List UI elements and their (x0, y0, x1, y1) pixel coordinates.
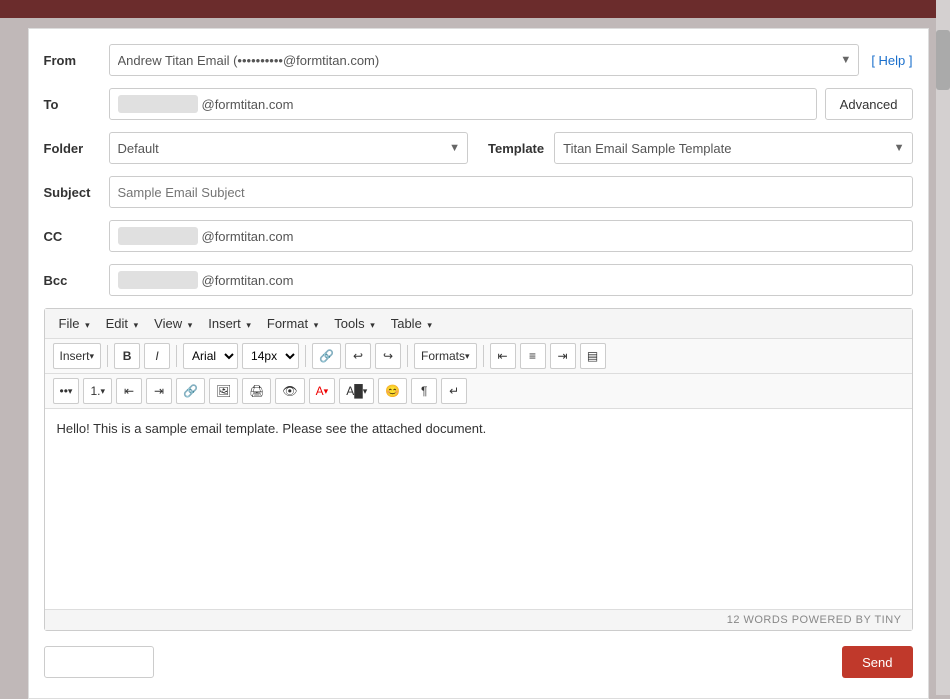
scrollbar[interactable] (936, 0, 950, 695)
top-bar (0, 0, 950, 18)
align-right-button[interactable]: ⇥ (550, 343, 576, 369)
divider1 (107, 345, 108, 367)
formats-arrow-icon: ▾ (465, 351, 470, 362)
tools-arrow-icon: ▾ (370, 320, 375, 330)
print-button[interactable]: 🖨 (242, 378, 271, 404)
italic-button[interactable]: I (144, 343, 170, 369)
editor-footer: 12 WORDS POWERED BY TINY (45, 609, 912, 630)
folder-template-row: Folder Default ▼ Template Titan Email Sa… (44, 132, 913, 164)
subject-input[interactable] (109, 176, 913, 208)
bg-color-arrow-icon: ▾ (363, 386, 368, 397)
cc-masked (118, 227, 198, 245)
template-select-wrapper[interactable]: Titan Email Sample Template ▼ (554, 132, 912, 164)
unordered-list-button[interactable]: •• ▾ (53, 378, 80, 404)
to-label: To (44, 97, 109, 112)
divider3 (305, 345, 306, 367)
subject-label: Subject (44, 185, 109, 200)
preview-button[interactable]: 👁 (275, 378, 304, 404)
bcc-domain: @formtitan.com (202, 273, 294, 288)
to-masked (118, 95, 198, 113)
folder-select-wrapper[interactable]: Default ▼ (109, 132, 469, 164)
view-arrow-icon: ▾ (188, 320, 193, 330)
folder-section: Folder Default ▼ (44, 132, 469, 164)
help-link[interactable]: [ Help ] (871, 53, 912, 68)
font-color-arrow-icon: ▾ (324, 386, 329, 397)
formats-button[interactable]: Formats ▾ (414, 343, 477, 369)
font-family-select[interactable]: Arial (183, 343, 238, 369)
cc-domain: @formtitan.com (202, 229, 294, 244)
editor-toolbar-row1: Insert ▾ B I Arial 14px 🔗 ↩ ↪ Formats ▾ … (45, 339, 912, 374)
menu-file[interactable]: File ▾ (53, 313, 96, 334)
align-left-button[interactable]: ⇤ (490, 343, 516, 369)
emoji-button[interactable]: 😊 (378, 378, 407, 404)
folder-select[interactable]: Default (109, 132, 469, 164)
send-button[interactable]: Send (842, 646, 912, 678)
indent-decrease-button[interactable]: ⇤ (116, 378, 142, 404)
template-label: Template (488, 141, 544, 156)
ol-arrow-icon: ▾ (100, 386, 105, 397)
font-color-button[interactable]: A ▾ (309, 378, 336, 404)
cc-row: CC @formtitan.com (44, 220, 913, 252)
editor-body[interactable]: Hello! This is a sample email template. … (45, 409, 912, 609)
template-select[interactable]: Titan Email Sample Template (554, 132, 912, 164)
align-justify-button[interactable]: ▤ (580, 343, 606, 369)
font-size-select[interactable]: 14px (242, 343, 299, 369)
menu-tools[interactable]: Tools ▾ (328, 313, 381, 334)
divider4 (407, 345, 408, 367)
ul-arrow-icon: ▾ (68, 386, 73, 397)
undo-button[interactable]: ↩ (345, 343, 371, 369)
bcc-row: Bcc @formtitan.com (44, 264, 913, 296)
table-arrow-icon: ▾ (427, 320, 432, 330)
link-button[interactable]: 🔗 (312, 343, 341, 369)
divider5 (483, 345, 484, 367)
cc-label: CC (44, 229, 109, 244)
from-select-wrapper[interactable]: Andrew Titan Email (••••••••••@formtitan… (109, 44, 860, 76)
bold-button[interactable]: B (114, 343, 140, 369)
from-label: From (44, 53, 109, 68)
show-blocks-button[interactable]: ¶ (411, 378, 437, 404)
template-section: Template Titan Email Sample Template ▼ (488, 132, 913, 164)
insert-link-button[interactable]: 🔗 (176, 378, 205, 404)
bcc-masked (118, 271, 198, 289)
menu-edit[interactable]: Edit ▾ (100, 313, 145, 334)
align-center-button[interactable]: ≡ (520, 343, 546, 369)
scrollbar-thumb[interactable] (936, 30, 950, 90)
editor-menubar: File ▾ Edit ▾ View ▾ Insert ▾ Format ▾ T… (45, 309, 912, 339)
show-nonprinting-button[interactable]: ↵ (441, 378, 467, 404)
editor-toolbar-row2: •• ▾ 1. ▾ ⇤ ⇥ 🔗 🖼 🖨 👁 A ▾ A█ ▾ 😊 ¶ ↵ (45, 374, 912, 409)
insert-button[interactable]: Insert ▾ (53, 343, 102, 369)
cc-input-wrap[interactable]: @formtitan.com (109, 220, 913, 252)
word-count: 12 WORDS POWERED BY TINY (727, 614, 902, 626)
to-row: To @formtitan.com Advanced (44, 88, 913, 120)
subject-row: Subject (44, 176, 913, 208)
from-select[interactable]: Andrew Titan Email (••••••••••@formtitan… (109, 44, 860, 76)
folder-label: Folder (44, 141, 109, 156)
editor-container: File ▾ Edit ▾ View ▾ Insert ▾ Format ▾ T… (44, 308, 913, 631)
indent-increase-button[interactable]: ⇥ (146, 378, 172, 404)
menu-format[interactable]: Format ▾ (261, 313, 324, 334)
advanced-button[interactable]: Advanced (825, 88, 913, 120)
menu-insert[interactable]: Insert ▾ (202, 313, 257, 334)
insert-arrow-icon: ▾ (90, 351, 95, 362)
menu-view[interactable]: View ▾ (148, 313, 198, 334)
file-arrow-icon: ▾ (85, 320, 90, 330)
divider2 (176, 345, 177, 367)
ordered-list-button[interactable]: 1. ▾ (83, 378, 112, 404)
redo-button[interactable]: ↪ (375, 343, 401, 369)
menu-table[interactable]: Table ▾ (385, 313, 438, 334)
from-row: From Andrew Titan Email (••••••••••@form… (44, 44, 913, 76)
bottom-left-input[interactable] (44, 646, 154, 678)
bcc-input-wrap[interactable]: @formtitan.com (109, 264, 913, 296)
editor-content: Hello! This is a sample email template. … (57, 421, 487, 436)
bottom-row: Send (44, 641, 913, 683)
format-arrow-icon: ▾ (314, 320, 319, 330)
insert-image-button[interactable]: 🖼 (209, 378, 238, 404)
to-domain: @formtitan.com (202, 97, 294, 112)
bcc-label: Bcc (44, 273, 109, 288)
to-input-wrap[interactable]: @formtitan.com (109, 88, 817, 120)
background-color-button[interactable]: A█ ▾ (339, 378, 374, 404)
insert-arrow-icon: ▾ (246, 320, 251, 330)
edit-arrow-icon: ▾ (134, 320, 139, 330)
